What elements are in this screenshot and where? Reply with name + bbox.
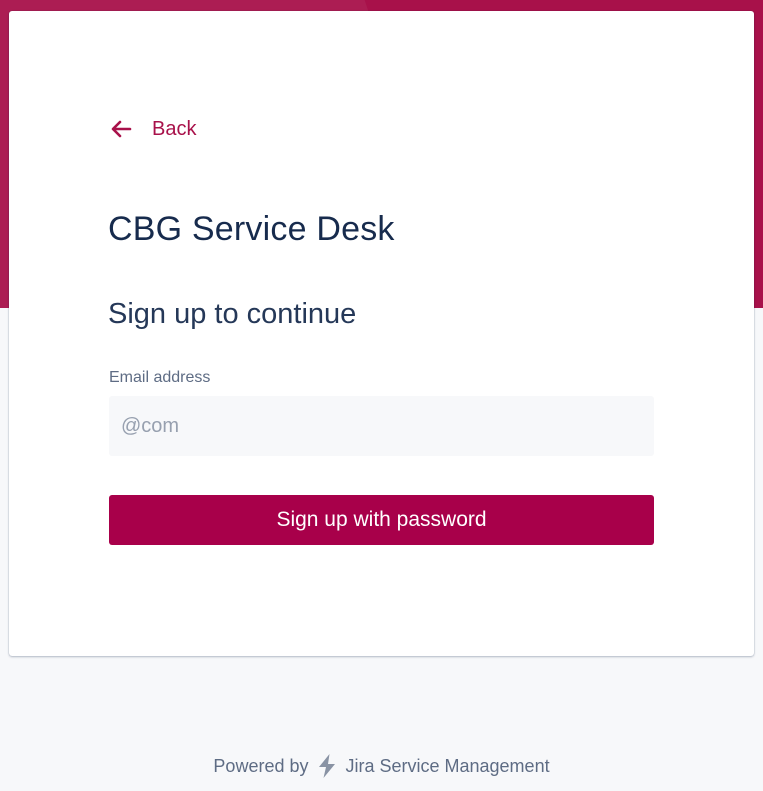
arrow-left-icon bbox=[111, 120, 132, 138]
signup-heading: Sign up to continue bbox=[108, 298, 357, 330]
jira-service-management-logo-icon bbox=[319, 754, 336, 778]
back-label: Back bbox=[152, 117, 197, 140]
powered-by-text: Powered by bbox=[213, 755, 309, 776]
signup-card: Back CBG Service Desk Sign up to continu… bbox=[9, 11, 754, 656]
sign-up-with-password-button[interactable]: Sign up with password bbox=[109, 495, 654, 545]
back-link[interactable]: Back bbox=[109, 117, 196, 141]
email-label: Email address bbox=[109, 369, 211, 386]
product-name[interactable]: Jira Service Management bbox=[345, 756, 549, 777]
email-field[interactable] bbox=[109, 396, 654, 456]
portal-title: CBG Service Desk bbox=[108, 210, 395, 248]
footer: Powered by Jira Service Management bbox=[0, 753, 763, 779]
email-input[interactable] bbox=[121, 414, 654, 438]
